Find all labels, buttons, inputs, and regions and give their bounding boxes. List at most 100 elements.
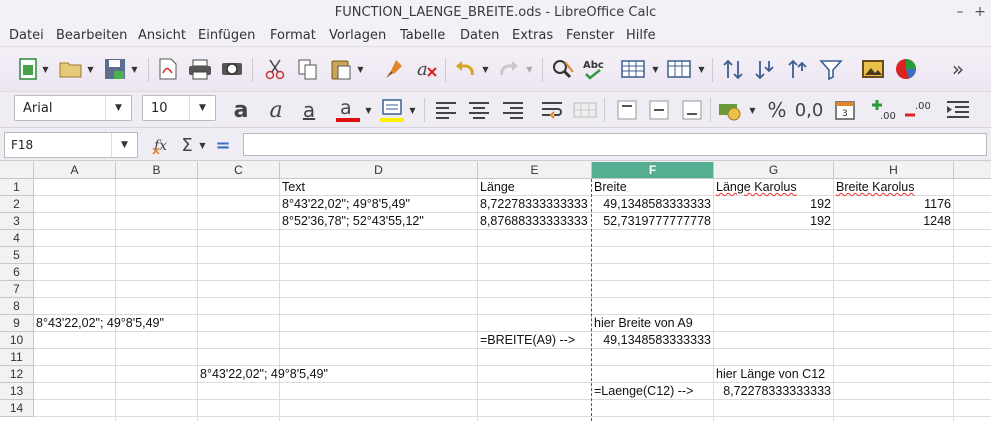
sort-descending-icon[interactable]	[786, 56, 812, 82]
row-header-14[interactable]: 14	[0, 400, 34, 417]
menu-bearbeiten[interactable]: Bearbeiten	[56, 28, 127, 43]
close-button[interactable]: +	[973, 0, 987, 25]
row-header-8[interactable]: 8	[0, 298, 34, 315]
row-header-3[interactable]: 3	[0, 213, 34, 230]
row-header-7[interactable]: 7	[0, 281, 34, 298]
cell-f10[interactable]: 49,1348583333333	[592, 332, 713, 349]
clone-formatting-icon[interactable]	[382, 56, 408, 82]
cell-h2[interactable]: 1176	[834, 196, 953, 213]
name-box[interactable]: F18 ▼	[4, 132, 138, 158]
undo-dropdown-icon[interactable]: ▼	[481, 56, 490, 82]
toolbar-overflow-icon[interactable]: »	[945, 56, 971, 82]
column-header-g[interactable]: G	[714, 162, 834, 179]
cell-e10[interactable]: =BREITE(A9) -->	[478, 332, 592, 349]
cell-g3[interactable]: 192	[714, 213, 833, 230]
menu-tabelle[interactable]: Tabelle	[400, 28, 445, 43]
cell-c12[interactable]: 8°43'22,02"; 49°8'5,49"	[198, 366, 362, 383]
save-icon[interactable]	[102, 56, 128, 82]
undo-icon[interactable]	[452, 56, 478, 82]
copy-icon[interactable]	[295, 56, 321, 82]
autofilter-icon[interactable]	[818, 56, 844, 82]
redo-icon[interactable]	[496, 56, 522, 82]
cell-f2[interactable]: 49,1348583333333	[592, 196, 713, 213]
cell-g12[interactable]: hier Länge von C12	[714, 366, 834, 383]
menu-daten[interactable]: Daten	[460, 28, 499, 43]
redo-dropdown-icon[interactable]: ▼	[525, 56, 534, 82]
paste-dropdown-icon[interactable]: ▼	[356, 56, 365, 82]
row-icon[interactable]	[620, 56, 646, 82]
font-size-combo[interactable]: 10 ▼	[142, 95, 216, 121]
cell-g1[interactable]: Länge Karolus	[714, 179, 834, 196]
date-format-icon[interactable]: 3	[832, 97, 858, 123]
align-top-icon[interactable]	[614, 97, 640, 123]
menu-ansicht[interactable]: Ansicht	[138, 28, 186, 43]
row-header-1[interactable]: 1	[0, 179, 34, 196]
row-header-6[interactable]: 6	[0, 264, 34, 281]
column-header-c[interactable]: C	[198, 162, 280, 179]
delete-decimal-place-icon[interactable]: .00	[904, 97, 930, 123]
menu-datei[interactable]: Datei	[9, 28, 44, 43]
sum-dropdown-icon[interactable]: ▼	[198, 132, 207, 158]
column-dropdown-icon[interactable]: ▼	[697, 56, 706, 82]
cut-icon[interactable]	[262, 56, 288, 82]
row-header-12[interactable]: 12	[0, 366, 34, 383]
cell-f13[interactable]: =Laenge(C12) -->	[592, 383, 714, 400]
column-header-a[interactable]: A	[34, 162, 116, 179]
row-header-9[interactable]: 9	[0, 315, 34, 332]
row-header-4[interactable]: 4	[0, 230, 34, 247]
open-dropdown-icon[interactable]: ▼	[86, 56, 95, 82]
sort-icon[interactable]	[720, 56, 746, 82]
align-center-icon[interactable]	[466, 97, 492, 123]
save-dropdown-icon[interactable]: ▼	[130, 56, 139, 82]
clear-formatting-icon[interactable]: a	[414, 56, 440, 82]
column-header-h[interactable]: H	[834, 162, 954, 179]
font-name-combo[interactable]: Arial ▼	[14, 95, 132, 121]
cell-f3[interactable]: 52,7319777777778	[592, 213, 713, 230]
row-dropdown-icon[interactable]: ▼	[651, 56, 660, 82]
highlighting-icon[interactable]	[379, 97, 405, 123]
center-vertically-icon[interactable]	[646, 97, 672, 123]
font-color-dropdown-icon[interactable]: ▼	[364, 97, 373, 123]
number-format-icon[interactable]: 0,0	[795, 97, 824, 123]
cell-h3[interactable]: 1248	[834, 213, 953, 230]
cell-g13[interactable]: 8,72278333333333	[714, 383, 833, 400]
row-header-13[interactable]: 13	[0, 383, 34, 400]
cell-e3[interactable]: 8,87688333333333	[478, 213, 591, 230]
export-pdf-icon[interactable]	[155, 56, 181, 82]
wrap-text-icon[interactable]	[540, 97, 566, 123]
row-header-10[interactable]: 10	[0, 332, 34, 349]
select-all-corner[interactable]	[0, 162, 34, 179]
sort-ascending-icon[interactable]	[753, 56, 779, 82]
menu-vorlagen[interactable]: Vorlagen	[329, 28, 386, 43]
percent-format-icon[interactable]: %	[764, 97, 790, 123]
row-header-5[interactable]: 5	[0, 247, 34, 264]
new-document-icon[interactable]	[15, 56, 41, 82]
cell-d2[interactable]: 8°43'22,02"; 49°8'5,49"	[280, 196, 478, 213]
cell-h1[interactable]: Breite Karolus	[834, 179, 954, 196]
print-icon[interactable]	[187, 56, 213, 82]
formula-input[interactable]	[243, 133, 987, 156]
align-bottom-icon[interactable]	[679, 97, 705, 123]
merge-cells-icon[interactable]	[572, 97, 598, 123]
column-header-b[interactable]: B	[116, 162, 198, 179]
row-header-11[interactable]: 11	[0, 349, 34, 366]
new-dropdown-icon[interactable]: ▼	[41, 56, 50, 82]
cell-a9[interactable]: 8°43'22,02"; 49°8'5,49"	[34, 315, 198, 332]
column-header-e[interactable]: E	[478, 162, 592, 179]
row-header-2[interactable]: 2	[0, 196, 34, 213]
currency-format-icon[interactable]	[718, 97, 744, 123]
font-name-dropdown-icon[interactable]: ▼	[105, 96, 131, 120]
bold-icon[interactable]: a	[228, 97, 254, 123]
align-right-icon[interactable]	[500, 97, 526, 123]
find-replace-icon[interactable]	[550, 56, 576, 82]
menu-extras[interactable]: Extras	[512, 28, 553, 43]
column-icon[interactable]	[666, 56, 692, 82]
highlighting-dropdown-icon[interactable]: ▼	[408, 97, 417, 123]
cell-e2[interactable]: 8,72278333333333	[478, 196, 591, 213]
increase-indent-icon[interactable]	[945, 97, 971, 123]
italic-icon[interactable]: a	[263, 97, 289, 123]
cell-d1[interactable]: Text	[280, 179, 478, 196]
spelling-icon[interactable]: Abc	[582, 56, 608, 82]
formula-icon[interactable]: =	[210, 132, 236, 158]
currency-dropdown-icon[interactable]: ▼	[748, 97, 757, 123]
